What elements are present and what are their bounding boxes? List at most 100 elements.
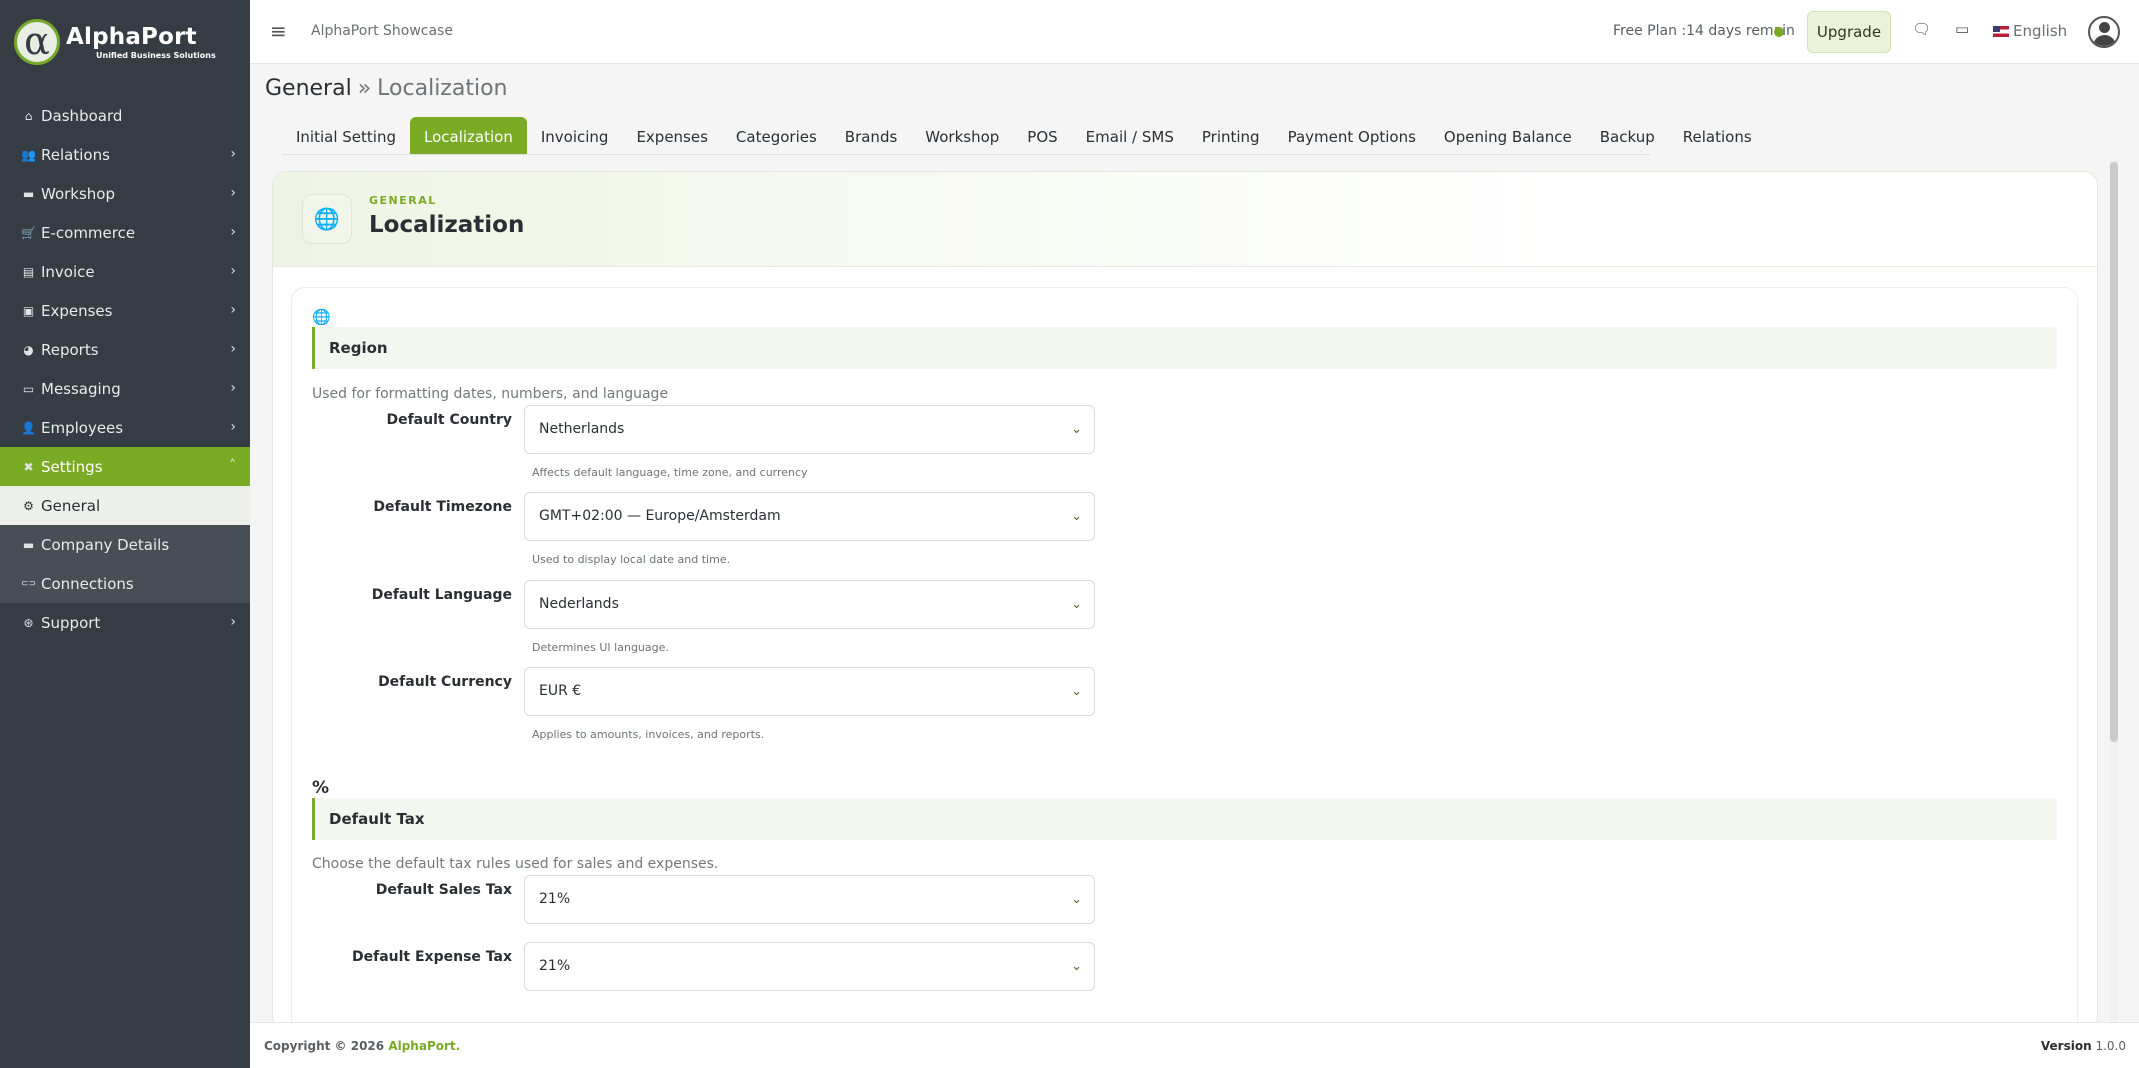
default-expense-tax-select[interactable]: 21% ⌄ (524, 942, 1095, 991)
chevron-down-icon: ⌄ (1071, 959, 1082, 974)
sidebar-item-label: Workshop (41, 184, 116, 203)
top-bar: ≡ AlphaPort Showcase Free Plan :14 days … (250, 0, 2139, 64)
language-selector[interactable]: English (1993, 22, 2067, 40)
pie-chart-icon: ◕ (23, 342, 34, 357)
tab-categories[interactable]: Categories (722, 117, 831, 155)
chat-icon[interactable]: 🗨 (1912, 20, 1931, 38)
version-label: Version (2040, 1039, 2092, 1053)
tab-localization[interactable]: Localization (409, 117, 527, 155)
chevron-right-icon: › (230, 419, 236, 435)
tools-icon: ✖ (23, 459, 34, 474)
sidebar-item-dashboard[interactable]: ⌂ Dashboard (0, 96, 250, 135)
tab-backup[interactable]: Backup (1586, 117, 1669, 155)
sidebar-item-employees[interactable]: 👤 Employees › (0, 408, 250, 447)
default-country-help: Affects default language, time zone, and… (532, 466, 808, 479)
tabs-divider (282, 154, 1650, 155)
sidebar-nav: ⌂ Dashboard 👥 Relations › ▬ Workshop › 🛒 E-com… (0, 96, 250, 642)
globe-icon: 🌐 (312, 308, 331, 326)
default-language-select[interactable]: Nederlands ⌄ (524, 580, 1095, 629)
default-country-select[interactable]: Netherlands ⌄ (524, 405, 1095, 454)
tab-relations[interactable]: Relations (1669, 117, 1766, 155)
default-language-help: Determines UI language. (532, 641, 669, 654)
message-icon: ▭ (22, 381, 35, 396)
app-name: AlphaPort Showcase (311, 23, 453, 39)
default-country-label: Default Country (386, 412, 512, 428)
tab-workshop[interactable]: Workshop (911, 117, 1013, 155)
upgrade-button[interactable]: Upgrade (1807, 11, 1891, 53)
tab-email-sms[interactable]: Email / SMS (1072, 117, 1188, 155)
sidebar-item-messaging[interactable]: ▭ Messaging › (0, 369, 250, 408)
tab-brands[interactable]: Brands (831, 117, 912, 155)
sidebar-item-relations[interactable]: 👥 Relations › (0, 135, 250, 174)
chevron-right-icon: › (230, 185, 236, 201)
tab-initial-setting[interactable]: Initial Setting (282, 117, 410, 155)
menu-icon[interactable]: ≡ (270, 19, 287, 43)
settings-form: 🌐 Region Used for formatting dates, numb… (291, 287, 2078, 1030)
users-icon: 👥 (21, 147, 36, 162)
card-eyebrow: GENERAL (369, 194, 437, 207)
sidebar-item-settings[interactable]: ✖ Settings ˄ (0, 447, 250, 486)
sidebar-item-support[interactable]: ⊛ Support › (0, 603, 250, 642)
select-value: 21% (539, 958, 571, 974)
localization-card: 🌐 GENERAL Localization 🌐 Region Used for… (272, 171, 2098, 1031)
sidebar-item-label: Connections (41, 574, 134, 593)
sidebar-item-label: Support (41, 613, 101, 632)
sidebar-item-workshop[interactable]: ▬ Workshop › (0, 174, 250, 213)
default-currency-select[interactable]: EUR € ⌄ (524, 667, 1095, 716)
default-language-label: Default Language (371, 587, 512, 603)
avatar[interactable] (2088, 16, 2120, 48)
card-title: Localization (369, 212, 525, 238)
default-timezone-select[interactable]: GMT+02:00 — Europe/Amsterdam ⌄ (524, 492, 1095, 541)
plan-status: Free Plan :14 days remain (1613, 23, 1795, 39)
card-icon[interactable]: ▭ (1955, 20, 1969, 38)
tab-pos[interactable]: POS (1013, 117, 1071, 155)
sidebar-item-ecommerce[interactable]: 🛒 E-commerce › (0, 213, 250, 252)
section-region-title: Region (312, 327, 2057, 369)
default-currency-help: Applies to amounts, invoices, and report… (532, 728, 765, 741)
sidebar-item-label: Reports (41, 340, 99, 359)
sidebar-item-reports[interactable]: ◕ Reports › (0, 330, 250, 369)
tab-payment-options[interactable]: Payment Options (1274, 117, 1430, 155)
sidebar-item-company-details[interactable]: ▬ Company Details (0, 525, 250, 564)
copyright: Copyright © 2026 AlphaPort. (264, 1039, 460, 1053)
breadcrumb-parent[interactable]: General (265, 76, 352, 101)
tab-opening-balance[interactable]: Opening Balance (1430, 117, 1586, 155)
copyright-brand[interactable]: AlphaPort. (388, 1039, 460, 1053)
percent-icon: % (312, 778, 330, 798)
select-value: Netherlands (539, 421, 625, 437)
chevron-down-icon: ⌄ (1071, 597, 1082, 612)
chevron-right-icon: › (230, 341, 236, 357)
sidebar-item-label: Settings (41, 457, 103, 476)
logo-subtitle: Unified Business Solutions (96, 51, 216, 60)
sidebar-item-label: Employees (41, 418, 124, 437)
globe-icon: 🌐 (302, 194, 352, 244)
copyright-text: Copyright © 2026 (264, 1039, 385, 1053)
money-icon: ▣ (22, 303, 35, 318)
version: Version 1.0.0 (2041, 1039, 2126, 1053)
breadcrumb: General» Localization (265, 76, 507, 101)
sidebar-item-label: Company Details (41, 535, 170, 554)
us-flag-icon (1993, 25, 2009, 37)
tab-printing[interactable]: Printing (1188, 117, 1274, 155)
default-expense-tax-label: Default Expense Tax (352, 949, 512, 965)
breadcrumb-separator: » (357, 76, 372, 101)
cart-icon: 🛒 (21, 225, 36, 240)
sidebar-item-expenses[interactable]: ▣ Expenses › (0, 291, 250, 330)
default-currency-label: Default Currency (378, 674, 512, 690)
tab-expenses[interactable]: Expenses (622, 117, 721, 155)
sidebar-item-connections[interactable]: ⊂⊃ Connections (0, 564, 250, 603)
sidebar-item-general[interactable]: ⚙ General (0, 486, 250, 525)
logo[interactable]: α AlphaPort Unified Business Solutions (0, 0, 250, 84)
chevron-down-icon: ⌄ (1071, 892, 1082, 907)
scrollbar-thumb[interactable] (2110, 162, 2118, 742)
default-timezone-label: Default Timezone (373, 499, 512, 515)
sidebar-item-label: Relations (41, 145, 110, 164)
tab-invoicing[interactable]: Invoicing (527, 117, 623, 155)
home-icon: ⌂ (24, 108, 33, 123)
default-sales-tax-select[interactable]: 21% ⌄ (524, 875, 1095, 924)
briefcase-icon: ▬ (22, 537, 35, 552)
default-timezone-help: Used to display local date and time. (532, 553, 731, 566)
chevron-right-icon: › (230, 614, 236, 630)
sidebar-item-label: Expenses (41, 301, 113, 320)
sidebar-item-invoice[interactable]: ▤ Invoice › (0, 252, 250, 291)
